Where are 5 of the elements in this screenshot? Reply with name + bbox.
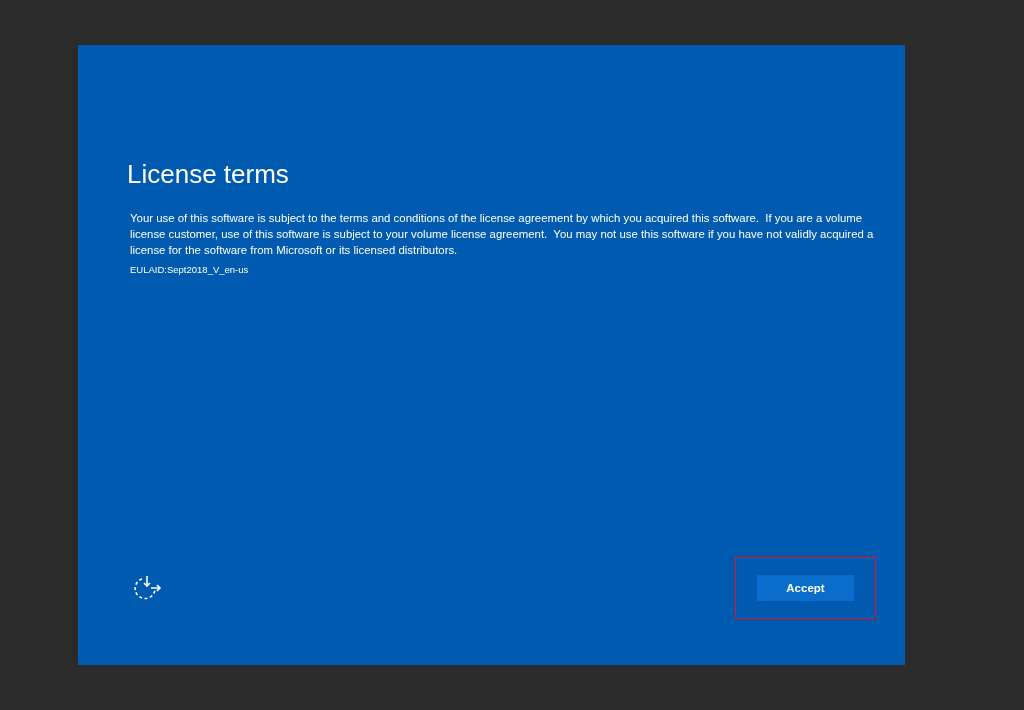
- accessibility-icon[interactable]: [134, 575, 162, 601]
- eula-id: EULAID:Sept2018_V_en-us: [130, 264, 250, 275]
- accept-button[interactable]: Accept: [757, 575, 854, 601]
- license-text: Your use of this software is subject to the terms and conditions of the license agreement by which you acquired this software. If you are a volume license customer, use of this software is subject to your volume license agreement. You may not use this software if you have not validly acquired a license for the software from Microsoft or its licensed distributors.: [130, 211, 875, 258]
- page-title: License terms: [127, 159, 290, 190]
